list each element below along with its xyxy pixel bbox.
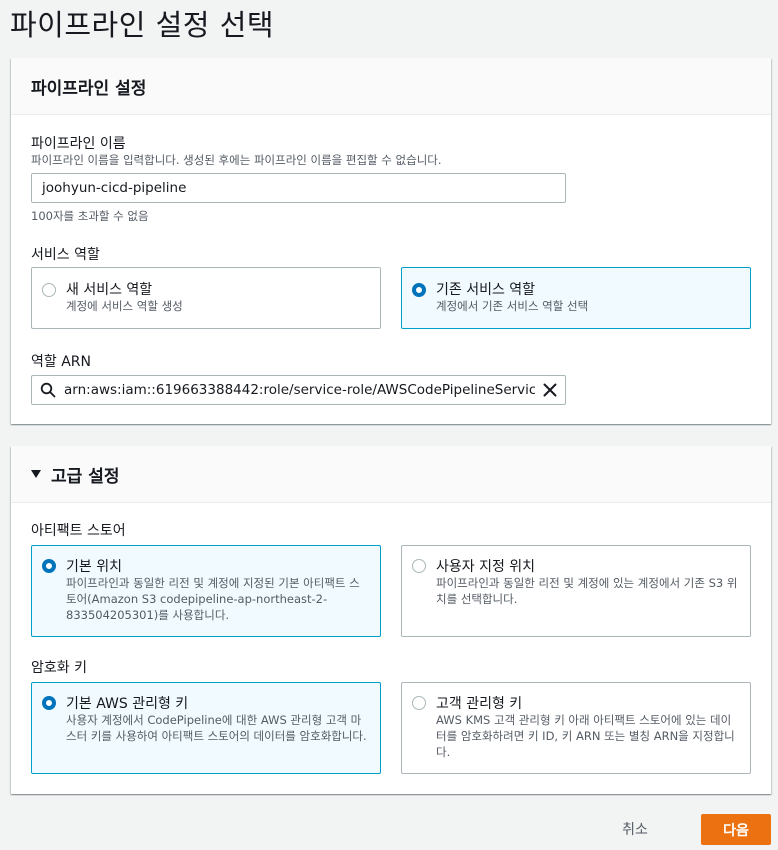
pipeline-name-label: 파이프라인 이름 [31, 136, 126, 152]
radio-new-service-role[interactable] [42, 283, 56, 297]
pipeline-name-description: 파이프라인 이름을 입력합니다. 생성된 후에는 파이프라인 이름을 편집할 수… [31, 153, 442, 167]
role-arn-label: 역할 ARN [31, 354, 91, 370]
role-arn-input[interactable]: arn:aws:iam::619663388442:role/service-r… [31, 375, 566, 405]
option-description: 계정에 서비스 역할 생성 [66, 299, 183, 313]
pipeline-settings-panel: 파이프라인 설정 파이프라인 이름 파이프라인 이름을 입력합니다. 생성된 후… [11, 58, 771, 424]
radio-customer-managed-key[interactable] [412, 696, 426, 710]
encryption-key-option-aws-managed[interactable]: 기본 AWS 관리형 키 사용자 계정에서 CodePipeline에 대한 A… [31, 682, 381, 774]
advanced-settings-title: 고급 설정 [51, 466, 120, 487]
option-description: 파이프라인과 동일한 리전 및 계정에 있는 계정에서 기존 S3 위치를 선택… [436, 576, 738, 606]
pipeline-name-value: joohyun-cicd-pipeline [42, 180, 187, 196]
caret-down-icon [31, 470, 41, 478]
radio-custom-location[interactable] [412, 559, 426, 573]
service-role-option-existing[interactable]: 기존 서비스 역할 계정에서 기존 서비스 역할 선택 [401, 267, 751, 329]
encryption-key-label: 암호화 키 [31, 660, 87, 676]
option-description: 사용자 계정에서 CodePipeline에 대한 AWS 관리형 고객 마스터… [66, 713, 367, 743]
radio-default-location[interactable] [42, 559, 56, 573]
artifact-store-option-default[interactable]: 기본 위치 파이프라인과 동일한 리전 및 계정에 지정된 기본 아티팩트 스토… [31, 545, 381, 637]
advanced-settings-panel: 고급 설정 아티팩트 스토어 기본 위치 파이프라인과 동일한 리전 및 계정에… [11, 446, 771, 794]
option-title: 고객 관리형 키 [436, 696, 523, 712]
search-icon [40, 382, 56, 398]
artifact-store-option-custom[interactable]: 사용자 지정 위치 파이프라인과 동일한 리전 및 계정에 있는 계정에서 기존… [401, 545, 751, 637]
option-description: 파이프라인과 동일한 리전 및 계정에 지정된 기본 아티팩트 스토어(Amaz… [66, 576, 360, 622]
option-title: 기본 위치 [66, 559, 122, 575]
pipeline-settings-title: 파이프라인 설정 [31, 78, 147, 99]
cancel-button[interactable]: 취소 [612, 816, 658, 842]
artifact-store-label: 아티팩트 스토어 [31, 523, 126, 539]
page-title: 파이프라인 설정 선택 [10, 8, 275, 42]
option-description: 계정에서 기존 서비스 역할 선택 [436, 299, 589, 313]
service-role-option-new[interactable]: 새 서비스 역할 계정에 서비스 역할 생성 [31, 267, 381, 329]
option-title: 사용자 지정 위치 [436, 559, 536, 575]
option-description: AWS KMS 고객 관리형 키 아래 아티팩트 스토어에 있는 데이터를 암호… [436, 713, 735, 759]
radio-existing-service-role[interactable] [412, 283, 426, 297]
option-title: 새 서비스 역할 [66, 282, 153, 298]
option-title: 기본 AWS 관리형 키 [66, 696, 189, 712]
pipeline-settings-header: 파이프라인 설정 [11, 58, 771, 115]
pipeline-name-input[interactable]: joohyun-cicd-pipeline [31, 173, 566, 203]
advanced-settings-toggle[interactable]: 고급 설정 [11, 446, 771, 503]
encryption-key-option-customer-managed[interactable]: 고객 관리형 키 AWS KMS 고객 관리형 키 아래 아티팩트 스토어에 있… [401, 682, 751, 774]
service-role-label: 서비스 역할 [31, 247, 100, 263]
option-title: 기존 서비스 역할 [436, 282, 536, 298]
role-arn-value: arn:aws:iam::619663388442:role/service-r… [64, 382, 535, 398]
close-icon[interactable] [543, 383, 557, 397]
pipeline-name-constraint: 100자를 초과할 수 없음 [31, 209, 149, 223]
next-button[interactable]: 다음 [701, 814, 771, 845]
radio-aws-managed-key[interactable] [42, 696, 56, 710]
